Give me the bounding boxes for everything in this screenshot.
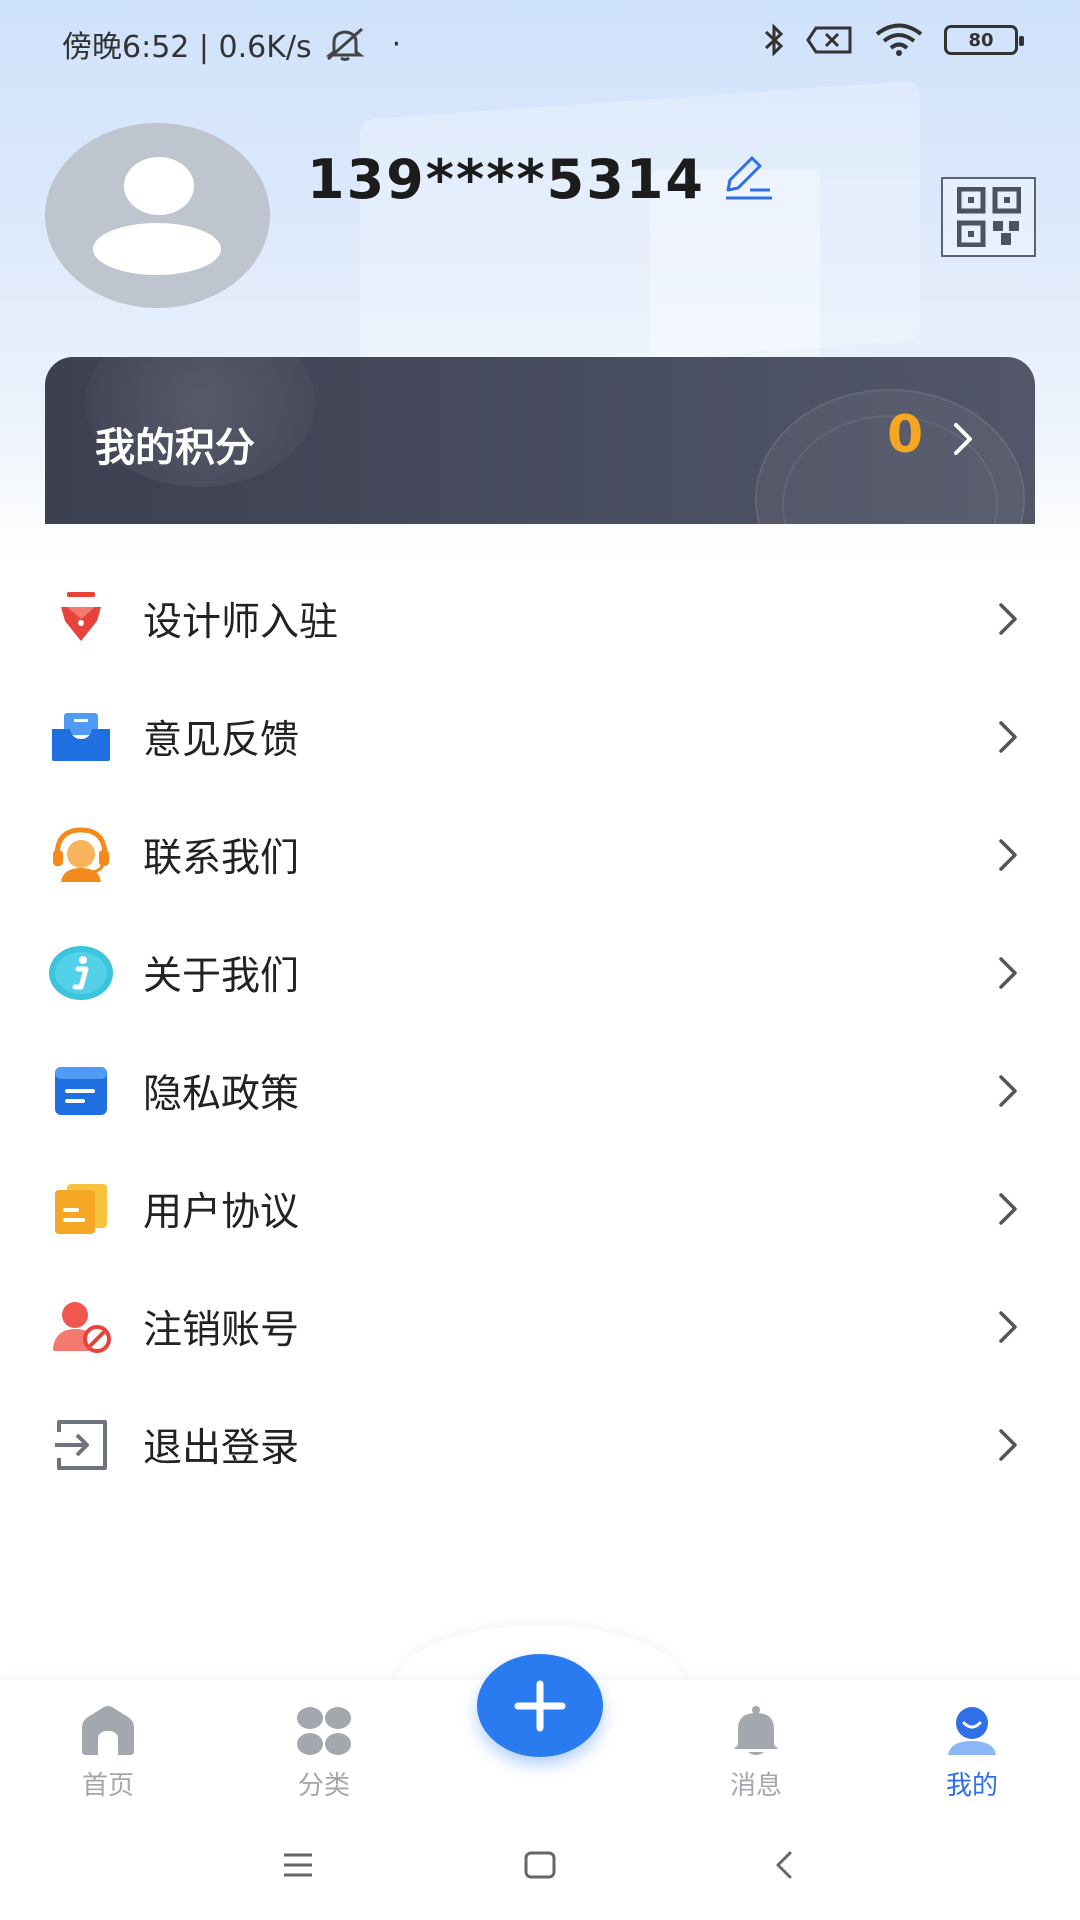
menu-item-label: 用户协议: [143, 1190, 300, 1235]
bell-icon: [734, 1706, 778, 1755]
menu-item-privacy[interactable]: 隐私政策: [0, 1032, 1080, 1150]
home-icon: [82, 1706, 134, 1755]
battery-level: 80: [968, 29, 994, 51]
nav-label: 消息: [729, 1771, 782, 1801]
nav-label: 我的: [945, 1771, 998, 1801]
chevron-right-icon: [999, 603, 1017, 635]
chevron-right-icon: [999, 957, 1017, 989]
menu-item-logout[interactable]: 退出登录: [0, 1386, 1080, 1504]
menu-item-about[interactable]: 关于我们: [0, 914, 1080, 1032]
chevron-right-icon: [999, 1075, 1017, 1107]
add-button[interactable]: [477, 1654, 603, 1757]
wifi-icon: [875, 23, 923, 56]
points-card[interactable]: 我的积分 0: [45, 357, 1035, 524]
chevron-right-icon: [999, 1193, 1017, 1225]
status-dot: ·: [391, 26, 402, 62]
bluetooth-icon: [764, 23, 784, 57]
menu-item-agreement[interactable]: 用户协议: [0, 1150, 1080, 1268]
chevron-right-icon: [999, 1311, 1017, 1343]
menu-item-deactivate[interactable]: 注销账号: [0, 1268, 1080, 1386]
chevron-right-icon: [999, 839, 1017, 871]
menu-list: 设计师入驻 意见反馈 联系我们 关于我们 隐私政策 用户协议 注销账号 退出登录: [0, 560, 1080, 1504]
user-block-icon: [48, 1297, 114, 1357]
nav-profile[interactable]: 我的: [902, 1705, 1042, 1805]
menu-item-label: 意见反馈: [143, 718, 300, 763]
document-icon: [48, 1061, 114, 1121]
menu-item-contact[interactable]: 联系我们: [0, 796, 1080, 914]
qr-code-button[interactable]: [941, 177, 1036, 257]
points-title: 我的积分: [95, 425, 255, 471]
back-icon[interactable]: [772, 1850, 796, 1880]
agreement-icon: [48, 1179, 114, 1239]
info-icon: [48, 943, 114, 1003]
chevron-right-icon: [999, 721, 1017, 753]
user-phone: 139****5314: [307, 148, 705, 211]
avatar-placeholder-icon: [124, 157, 194, 215]
inbox-icon: [48, 707, 114, 767]
menu-item-label: 关于我们: [143, 954, 300, 999]
logout-icon: [48, 1415, 114, 1475]
menu-item-designer[interactable]: 设计师入驻: [0, 560, 1080, 678]
menu-item-label: 设计师入驻: [143, 600, 339, 645]
home-square-icon[interactable]: [524, 1850, 556, 1880]
mute-icon: [325, 27, 365, 61]
qr-code-icon: [956, 187, 1021, 247]
profile-icon: [948, 1707, 996, 1755]
plus-icon: [514, 1680, 566, 1731]
nav-home[interactable]: 首页: [38, 1705, 178, 1805]
nav-category[interactable]: 分类: [254, 1705, 394, 1805]
chevron-right-icon: [999, 1429, 1017, 1461]
menu-item-label: 注销账号: [143, 1308, 300, 1353]
nav-label: 首页: [81, 1771, 134, 1801]
category-icon: [297, 1707, 351, 1755]
status-time: 傍晚6:52 | 0.6K/s: [62, 30, 312, 65]
menu-item-label: 联系我们: [143, 836, 300, 881]
sim-x-icon: [806, 26, 852, 54]
nav-messages[interactable]: 消息: [686, 1705, 826, 1805]
menu-icon[interactable]: [282, 1850, 314, 1880]
menu-item-feedback[interactable]: 意见反馈: [0, 678, 1080, 796]
battery-icon: 80: [944, 25, 1024, 55]
points-value: 0: [887, 405, 924, 465]
headset-icon: [48, 825, 114, 885]
edit-icon[interactable]: [720, 152, 776, 202]
avatar[interactable]: [45, 123, 270, 308]
status-bar: 傍晚6:52 | 0.6K/s · 80: [0, 0, 1080, 84]
chevron-right-icon: [954, 423, 972, 455]
menu-item-label: 隐私政策: [143, 1072, 300, 1117]
pen-nib-icon: [48, 589, 114, 649]
menu-item-label: 退出登录: [143, 1426, 300, 1471]
nav-label: 分类: [297, 1771, 350, 1801]
